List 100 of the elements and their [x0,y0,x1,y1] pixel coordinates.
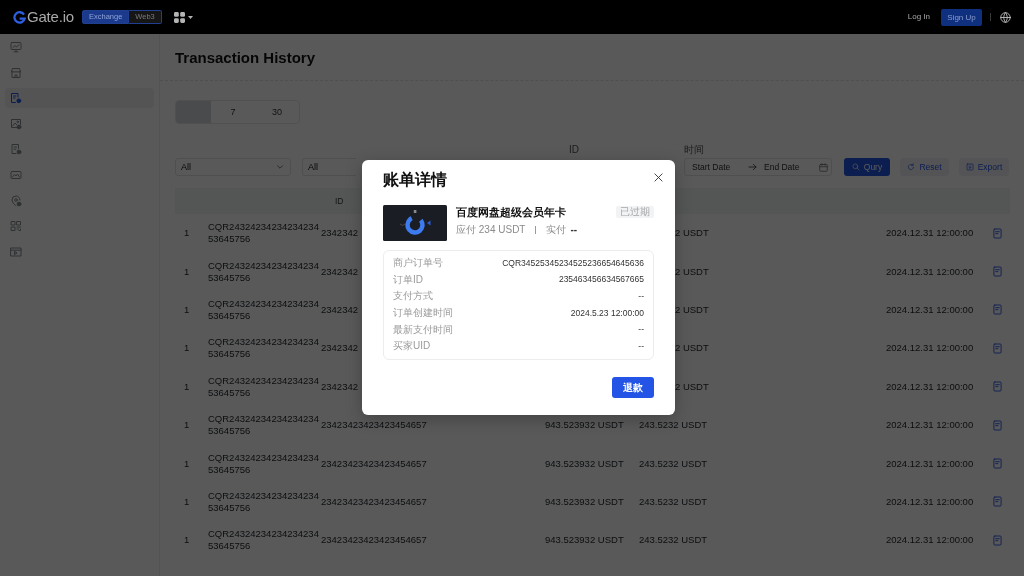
table-cell-text: CQR2432423423423423453645756 [208,489,320,514]
table-cell: 1 [184,380,190,393]
column-header: ID [335,196,344,206]
table-cell: 2024.12.31 12:00:00 [886,419,974,432]
store-icon [10,66,22,79]
table-cell: 2024.12.31 12:00:00 [886,342,974,355]
table-cell: 2024.12.31 12:00:00 [886,303,974,316]
amount-paid-label: 实付 [546,224,567,236]
table-cell-text: CQR2432423423423423453645756 [208,336,320,361]
detail-value: -- [638,340,644,352]
table-cell: 243.5232 USDT [639,457,708,470]
login-link[interactable]: Log In [907,12,930,22]
amount-paid-value: -- [570,224,578,236]
period-tab[interactable]: 30 [255,101,299,123]
detail-value: 235463456634567665 [558,274,644,286]
table-cell: 943.523932 USDT [545,534,624,547]
table-cell: 2024.12.31 12:00:00 [886,227,974,240]
brand-name: Gate.io [27,8,74,26]
table-cell: 2342342 [321,342,358,355]
arrow-right-icon [748,163,757,171]
table-cell: 243.5232 USDT [639,495,708,508]
detail-value: CQR34525345234525236654645636 [502,257,644,269]
table-cell-text: CQR2432423423423423453645756 [208,451,320,476]
table-cell: 1 [184,457,190,470]
logo-icon [13,10,26,24]
query-button[interactable]: Qury [844,158,890,176]
document-icon[interactable] [993,304,1002,316]
table-cell: 1 [184,419,190,432]
period-tab[interactable]: 7 [211,101,255,123]
table-cell: 943.523932 USDT [545,495,624,508]
table-cell-text: CQR2432423423423423453645756 [208,221,320,246]
table-cell: 23423423423423454657 [321,457,427,470]
table-cell: 2342342 [321,303,358,316]
table-cell: 23423423423423454657 [321,534,427,547]
picture-gear-icon [10,117,22,130]
table-cell: 943.523932 USDT [545,419,624,432]
globe-icon[interactable] [1000,11,1011,23]
reload-icon [907,163,916,171]
document-icon[interactable] [993,458,1002,470]
table-cell: 23423423423423454657 [321,495,427,508]
table-cell: 2024.12.31 12:00:00 [886,495,974,508]
end-date-input[interactable]: End Date [764,161,814,173]
picture-icon [10,168,22,181]
table-cell: 2024.12.31 12:00:00 [886,457,974,470]
table-cell: 1 [184,265,190,278]
document-icon[interactable] [993,496,1002,508]
table-cell: 2 USDT [675,265,709,278]
chevron-down-icon [276,163,284,171]
detail-value: -- [638,291,644,302]
calendar-icon[interactable] [819,162,828,172]
close-icon[interactable] [654,173,663,182]
document-gear-icon [10,92,22,105]
table-cell: 2024.12.31 12:00:00 [886,534,974,547]
table-cell-text: CQR2432423423423423453645756 [208,528,320,553]
table-cell: 2024.12.31 12:00:00 [886,380,974,393]
table-cell: 1 [184,495,190,508]
filter-select[interactable]: All [175,158,291,176]
start-date-input[interactable]: Start Date [692,161,742,173]
document-icon[interactable] [993,381,1002,393]
table-cell: 243.5232 USDT [639,534,708,547]
window-icon [10,245,22,258]
refund-button[interactable]: 退款 [612,377,654,398]
document-icon[interactable] [993,534,1002,546]
apps-grid-icon[interactable] [173,11,185,23]
export-button[interactable]: Export [959,158,1009,176]
table-cell: 2342342 [321,227,358,240]
table-cell: 1 [184,227,190,240]
table-cell: 2342342 [321,265,358,278]
page-title: Transaction History [175,49,316,67]
table-cell-text: CQR2432423423423423453645756 [208,413,320,438]
table-cell: 1 [184,303,190,316]
product-drawing [383,205,447,241]
detail-label: 最新支付时间 [393,323,453,336]
table-cell: 2 USDT [675,303,709,316]
sidebar-item[interactable] [5,88,154,109]
detail-label: 买家UID [393,340,431,353]
dialog-title: 账单详情 [383,170,447,190]
table-cell-text: CQR2432423423423423453645756 [208,374,320,399]
table-cell: 2342342 [321,380,358,393]
document-icon[interactable] [993,227,1002,239]
export-icon [965,163,974,171]
table-cell: 1 [184,342,190,355]
table-cell: 2 USDT [675,380,709,393]
document-icon[interactable] [993,342,1002,354]
table-cell: 23423423423423454657 [321,419,427,432]
document-icon[interactable] [993,266,1002,278]
caret-icon[interactable] [187,15,193,19]
status-badge: 已过期 [616,206,654,218]
table-cell: 2 USDT [675,342,709,355]
table-cell: 943.523932 USDT [545,457,624,470]
reset-button[interactable]: Reset [900,158,949,176]
amount-due-text: 应付 234 USDT [456,224,526,236]
sign-up-button[interactable]: Sign Up [941,8,982,26]
table-cell-text: CQR2432423423423423453645756 [208,297,320,322]
document-gear-icon [10,143,22,156]
detail-value: 2024.5.23 12:00:00 [570,307,644,319]
document-icon[interactable] [993,419,1002,431]
detail-label: 订单创建时间 [393,307,453,320]
product-name: 百度网盘超级会员年卡 [456,205,566,219]
filter-select[interactable]: All [302,158,356,176]
